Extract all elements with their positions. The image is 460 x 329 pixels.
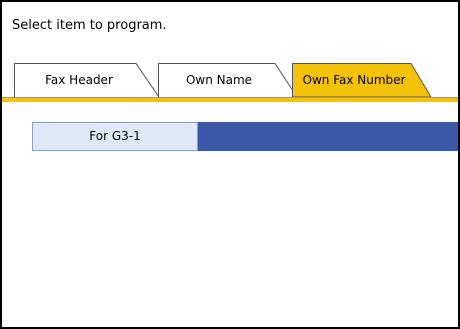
tab-bar-underline (2, 97, 458, 102)
tab-label: Own Name (185, 73, 253, 87)
tab-own-name[interactable]: Own Name (158, 63, 298, 97)
tab-label: Own Fax Number (302, 73, 406, 87)
tab-label: Fax Header (45, 73, 113, 87)
for-g3-1-value-field[interactable] (198, 122, 458, 151)
list-item: For G3-1 (32, 122, 458, 151)
for-g3-1-button[interactable]: For G3-1 (32, 122, 198, 151)
program-screen: Select item to program. Fax Header Own N… (0, 0, 460, 329)
tab-fax-header[interactable]: Fax Header (14, 63, 160, 97)
tab-own-fax-number[interactable]: Own Fax Number (292, 63, 432, 97)
instruction-text: Select item to program. (12, 18, 167, 33)
